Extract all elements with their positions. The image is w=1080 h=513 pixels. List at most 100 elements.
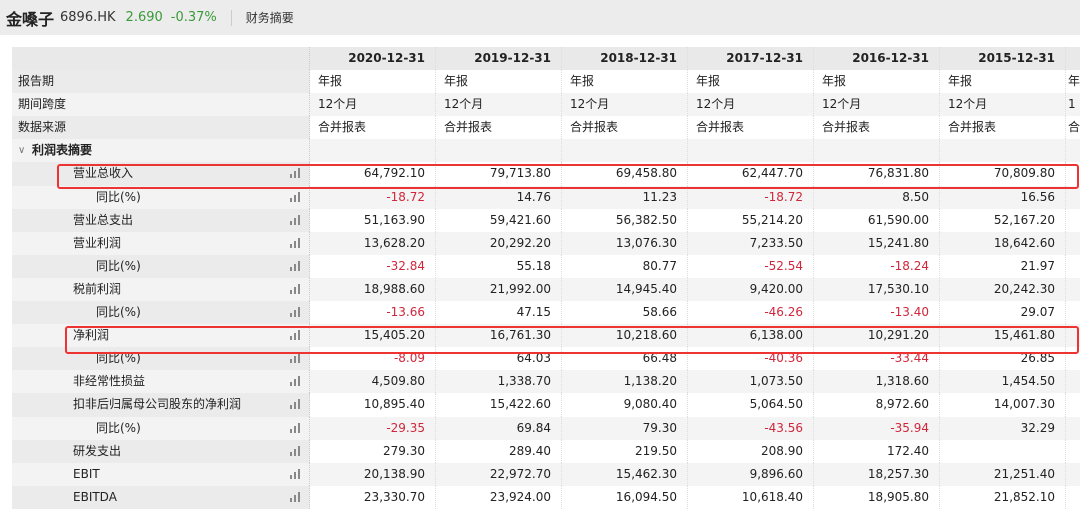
partial-cell [1066, 439, 1080, 463]
partial-cell [1066, 462, 1080, 486]
bar-chart-icon[interactable] [290, 491, 302, 502]
table-cell: 8,972.60 [814, 393, 940, 417]
table-cell: 18,988.60 [310, 277, 436, 302]
highlight-box-revenue [57, 164, 1079, 189]
table-row: 同比(%) -13.66 47.15 58.66 -46.26 -13.40 29.07 [12, 301, 1080, 325]
row-label-text: 同比(%) [96, 189, 141, 204]
row-label: 扣非后归属母公司股东的净利润 [12, 393, 310, 417]
partial-cell [1066, 208, 1080, 232]
table-cell: -29.35 [310, 416, 436, 440]
bar-chart-icon[interactable] [290, 283, 302, 294]
table-cell: 55,214.20 [688, 208, 814, 232]
table-cell: 4,509.80 [310, 370, 436, 394]
table-cell: 16,094.50 [562, 485, 688, 509]
table-cell: 51,163.90 [310, 208, 436, 232]
column-header-date[interactable]: 2016-12-31 [814, 47, 940, 71]
table-cell: 21,251.40 [940, 462, 1066, 486]
row-label-text: 同比(%) [96, 420, 141, 435]
table-cell: 年报 [814, 70, 940, 94]
row-label: 营业利润 [12, 231, 310, 255]
bar-chart-icon[interactable] [290, 399, 302, 410]
bar-chart-icon[interactable] [290, 307, 302, 318]
table-cell: 9,080.40 [562, 393, 688, 417]
row-label: EBIT [12, 462, 310, 486]
row-label-text: 同比(%) [96, 258, 141, 273]
column-header-date[interactable]: 2020-12-31 [310, 47, 436, 71]
table-row: 报告期 年报 年报 年报 年报 年报 年报年 [12, 70, 1080, 94]
table-cell: 22,972.70 [436, 462, 562, 486]
table-row: 税前利润 18,988.60 21,992.00 14,945.40 9,420.00 1… [12, 277, 1080, 302]
table-cell: 47.15 [436, 301, 562, 325]
tab-financial-summary[interactable]: 财务摘要 [246, 9, 294, 26]
table-cell: 12个月 [940, 93, 1066, 117]
stock-name: 金嗓子 [6, 9, 55, 29]
table-cell: 7,233.50 [688, 231, 814, 255]
table-cell: 12个月 [310, 93, 436, 117]
bar-chart-icon[interactable] [290, 445, 302, 456]
bar-chart-icon[interactable] [290, 422, 302, 433]
bar-chart-icon[interactable] [290, 237, 302, 248]
table-header-row: 2020-12-31 2019-12-31 2018-12-31 2017-12-31… [12, 47, 1080, 71]
partial-cell: 年 [1066, 70, 1080, 94]
partial-cell [1066, 393, 1080, 417]
table-row: 研发支出 279.30 289.40 219.50 208.90 172.40 [12, 439, 1080, 463]
bar-chart-icon[interactable] [290, 191, 302, 202]
table-cell: 10,895.40 [310, 393, 436, 417]
row-label-text: 非经常性损益 [73, 374, 146, 389]
row-label-text: 数据来源 [18, 120, 67, 135]
table-row: 营业总支出 51,163.90 59,421.60 56,382.50 55,214.2… [12, 208, 1080, 232]
row-label: 期间跨度 [12, 93, 310, 117]
row-label-text: 研发支出 [73, 443, 122, 458]
stock-code: 6896.HK [60, 10, 116, 25]
section-label[interactable]: ∨ 利润表摘要 [12, 139, 310, 163]
table-cell: 61,590.00 [814, 208, 940, 232]
table-cell: 1,073.50 [688, 370, 814, 394]
partial-cell [1066, 370, 1080, 394]
table-cell: 17,530.10 [814, 277, 940, 302]
row-label-text: 扣非后归属母公司股东的净利润 [73, 397, 242, 412]
table-cell: 合并报表 [814, 116, 940, 140]
bar-chart-icon[interactable] [290, 468, 302, 479]
partial-cell [1066, 254, 1080, 278]
table-cell: 18,905.80 [814, 485, 940, 509]
bar-chart-icon[interactable] [290, 376, 302, 387]
row-label-text: 期间跨度 [18, 97, 67, 112]
table-cell: 21.97 [940, 254, 1066, 278]
table-cell: 15,241.80 [814, 231, 940, 255]
column-header-date[interactable]: 2015-12-31 [940, 47, 1066, 71]
column-header-date[interactable]: 2017-12-31 [688, 47, 814, 71]
empty-cell [688, 139, 814, 163]
row-label-text: 同比(%) [96, 305, 141, 320]
bar-chart-icon[interactable] [290, 353, 302, 364]
table-cell: -18.72 [310, 185, 436, 209]
chevron-down-icon[interactable]: ∨ [18, 139, 25, 162]
bar-chart-icon[interactable] [290, 260, 302, 271]
table-cell: 279.30 [310, 439, 436, 463]
table-cell: 年报 [940, 70, 1066, 94]
column-header-date[interactable]: 2019-12-31 [436, 47, 562, 71]
empty-cell [436, 139, 562, 163]
table-cell: 16.56 [940, 185, 1066, 209]
table-cell: 14,007.30 [940, 393, 1066, 417]
bar-chart-icon[interactable] [290, 214, 302, 225]
row-label-text: 税前利润 [73, 281, 122, 296]
section-row[interactable]: ∨ 利润表摘要 [12, 139, 1080, 163]
row-label: 数据来源 [12, 116, 310, 140]
column-header-partial [1066, 47, 1080, 71]
table-cell: 10,618.40 [688, 485, 814, 509]
table-cell: -46.26 [688, 301, 814, 325]
column-header-date[interactable]: 2018-12-31 [562, 47, 688, 71]
stock-header: 金嗓子 6896.HK 2.690 -0.37% 财务摘要 [0, 0, 1080, 35]
table-cell: 29.07 [940, 301, 1066, 325]
table-cell: 9,896.60 [688, 462, 814, 486]
table-row: 同比(%) -29.35 69.84 79.30 -43.56 -35.94 32.29 [12, 416, 1080, 440]
empty-cell [814, 139, 940, 163]
table-cell: 合并报表 [310, 116, 436, 140]
table-cell: 52,167.20 [940, 208, 1066, 232]
table-cell: 8.50 [814, 185, 940, 209]
row-label-text: EBITDA [73, 489, 117, 504]
row-label: 营业总支出 [12, 208, 310, 232]
highlight-box-net-profit [65, 326, 1079, 354]
table-cell: -35.94 [814, 416, 940, 440]
empty-cell [562, 139, 688, 163]
